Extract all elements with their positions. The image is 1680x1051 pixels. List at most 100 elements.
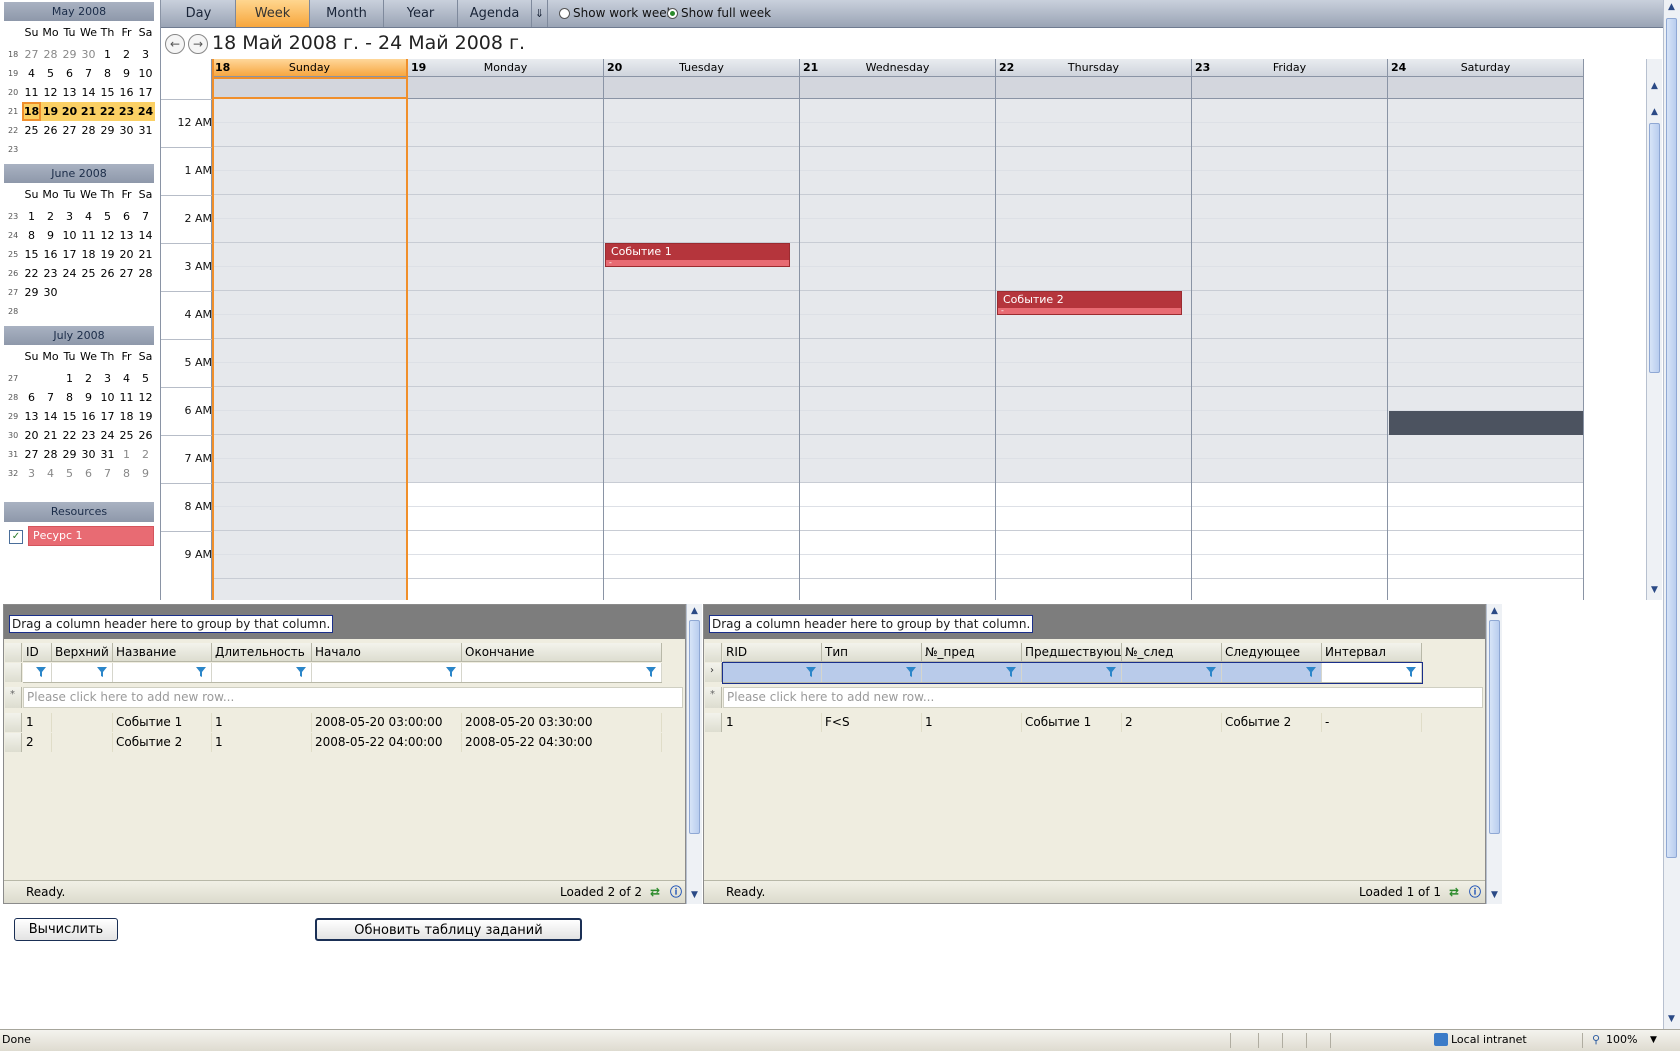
time-slot[interactable]: [408, 291, 603, 315]
calendar-day[interactable]: 10: [98, 388, 117, 407]
time-slot[interactable]: [1388, 219, 1583, 243]
calendar-day[interactable]: 6: [117, 207, 136, 226]
time-slot[interactable]: [408, 195, 603, 219]
week-number[interactable]: 24: [8, 226, 20, 245]
page-scroll-down-icon[interactable]: ▼: [1664, 1012, 1679, 1027]
time-slot[interactable]: [800, 531, 995, 555]
day-column[interactable]: [1192, 99, 1388, 600]
table-cell[interactable]: 1: [212, 713, 312, 732]
time-slot[interactable]: [1388, 267, 1583, 291]
time-slot[interactable]: [1192, 435, 1387, 459]
time-slot[interactable]: [604, 171, 799, 195]
filter-funnel-icon[interactable]: [645, 666, 657, 678]
time-slot[interactable]: [1388, 171, 1583, 195]
time-slot[interactable]: [408, 507, 603, 531]
calendar-day[interactable]: 7: [41, 388, 60, 407]
filter-funnel-icon[interactable]: [1405, 666, 1417, 678]
time-slot[interactable]: [212, 171, 407, 195]
table-cell[interactable]: Событие 2: [1222, 713, 1322, 732]
time-slot[interactable]: [1388, 579, 1583, 600]
add-new-row[interactable]: Please click here to add new row...: [23, 687, 683, 708]
table-cell[interactable]: Событие 2: [113, 733, 212, 752]
calendar-day[interactable]: 12: [136, 388, 155, 407]
column-header[interactable]: Верхний: [52, 643, 113, 662]
scheduler-scroll-up-small-icon[interactable]: ▲: [1647, 79, 1662, 94]
filter-funnel-icon[interactable]: [195, 666, 207, 678]
time-slot[interactable]: [800, 171, 995, 195]
row-indicator[interactable]: [5, 733, 22, 752]
time-slot[interactable]: [1192, 579, 1387, 600]
time-slot[interactable]: [800, 555, 995, 579]
table-cell[interactable]: 2008-05-22 04:30:00: [462, 733, 662, 752]
prev-week-arrow-icon[interactable]: ←: [165, 34, 185, 54]
calendar-day[interactable]: 12: [41, 83, 60, 102]
filter-cell[interactable]: [1022, 663, 1122, 682]
time-slot[interactable]: [408, 123, 603, 147]
week-number[interactable]: 32: [8, 464, 20, 483]
calendar-day[interactable]: 2: [117, 45, 136, 64]
time-slot[interactable]: [408, 483, 603, 507]
calendar-day[interactable]: 4: [22, 64, 41, 83]
links-refresh-icon[interactable]: ⇄: [1449, 881, 1459, 903]
time-slot[interactable]: [604, 147, 799, 171]
filter-row[interactable]: [722, 662, 1423, 684]
time-slot[interactable]: [1192, 99, 1387, 123]
week-number[interactable]: 26: [8, 264, 20, 283]
time-slot[interactable]: [1388, 243, 1583, 267]
time-slot[interactable]: [1192, 363, 1387, 387]
calendar-day[interactable]: 5: [41, 64, 60, 83]
filter-cell[interactable]: [113, 663, 212, 682]
time-slot[interactable]: [408, 411, 603, 435]
work-week-radio[interactable]: [559, 8, 570, 19]
calendar-day[interactable]: 10: [60, 226, 79, 245]
time-slot[interactable]: [1192, 195, 1387, 219]
calendar-day[interactable]: 30: [41, 283, 60, 302]
table-cell[interactable]: Событие 1: [1022, 713, 1122, 732]
time-slot[interactable]: [408, 363, 603, 387]
calendar-day[interactable]: 6: [22, 388, 41, 407]
calendar-day[interactable]: 16: [117, 83, 136, 102]
calendar-day[interactable]: 17: [60, 245, 79, 264]
scheduler-scroll-down-icon[interactable]: ▼: [1647, 583, 1662, 598]
next-week-arrow-icon[interactable]: →: [188, 34, 208, 54]
time-slot[interactable]: [1192, 171, 1387, 195]
all-day-cell[interactable]: [996, 77, 1192, 99]
calendar-day[interactable]: 14: [41, 407, 60, 426]
time-slot[interactable]: [996, 315, 1191, 339]
calendar-day[interactable]: 2: [41, 207, 60, 226]
time-slot[interactable]: [1192, 459, 1387, 483]
calendar-day[interactable]: 8: [98, 64, 117, 83]
day-column-header[interactable]: Monday 19: [408, 59, 604, 77]
calendar-day[interactable]: 1: [117, 445, 136, 464]
view-day-button[interactable]: Day: [162, 0, 236, 27]
time-slot[interactable]: [1192, 483, 1387, 507]
calendar-day[interactable]: 28: [79, 121, 98, 140]
time-slot[interactable]: [996, 507, 1191, 531]
time-slot[interactable]: [408, 387, 603, 411]
column-header[interactable]: №_пред: [922, 643, 1022, 662]
calendar-day[interactable]: 22: [22, 264, 41, 283]
page-scrollbar[interactable]: ▲ ▼: [1663, 0, 1680, 1029]
table-cell[interactable]: 2008-05-20 03:00:00: [312, 713, 462, 732]
time-slot[interactable]: [1192, 555, 1387, 579]
calendar-day[interactable]: 24: [136, 102, 155, 121]
filter-funnel-icon[interactable]: [1205, 666, 1217, 678]
time-slot[interactable]: [408, 171, 603, 195]
table-cell[interactable]: 1: [723, 713, 822, 732]
time-slot[interactable]: [408, 579, 603, 600]
table-cell[interactable]: F<S: [822, 713, 922, 732]
calendar-event[interactable]: Событие 2-: [997, 291, 1182, 315]
time-slot[interactable]: [996, 267, 1191, 291]
time-slot[interactable]: [1388, 459, 1583, 483]
time-slot[interactable]: [212, 243, 407, 267]
calendar-day[interactable]: 20: [22, 426, 41, 445]
day-column[interactable]: [604, 99, 800, 600]
calendar-day[interactable]: 18: [117, 407, 136, 426]
scheduler-scroll-thumb[interactable]: [1649, 123, 1660, 373]
day-column[interactable]: [800, 99, 996, 600]
time-slot[interactable]: [212, 531, 407, 555]
calendar-day[interactable]: 31: [98, 445, 117, 464]
all-day-cell[interactable]: [1192, 77, 1388, 99]
column-header[interactable]: Окончание: [462, 643, 662, 662]
calendar-day[interactable]: 30: [117, 121, 136, 140]
